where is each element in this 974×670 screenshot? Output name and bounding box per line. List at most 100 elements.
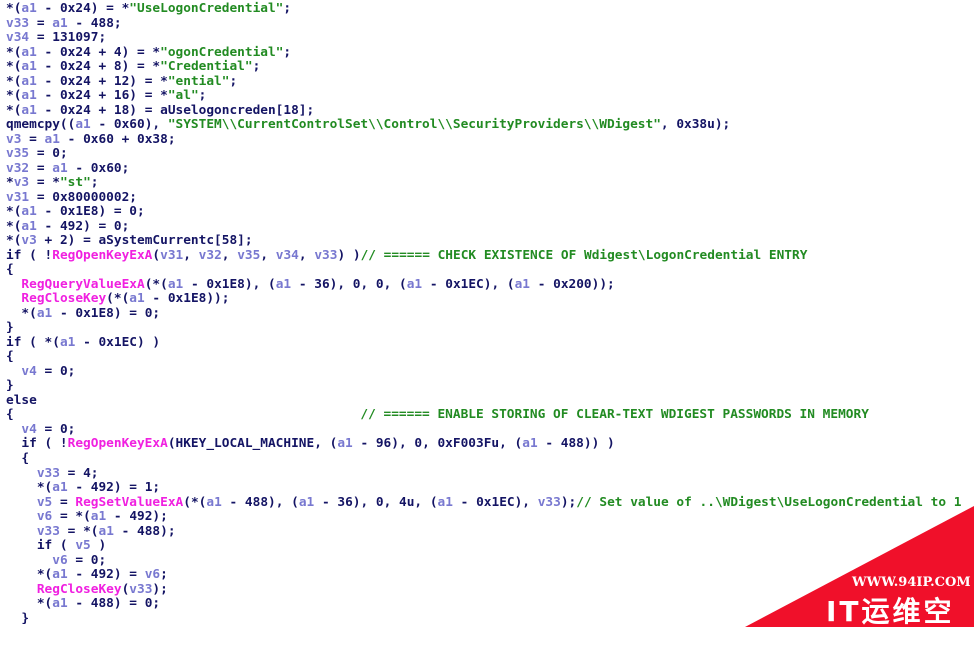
code-line[interactable]: if ( v5 ) [6,538,962,554]
variable-token[interactable]: v6 [37,509,52,524]
code-line[interactable]: *(a1 - 0x24 + 18) = aUselogoncreden[18]; [6,103,962,119]
code-line[interactable]: { [6,350,962,365]
variable-token[interactable]: v33 [314,248,337,263]
variable-token[interactable]: a1 [299,495,314,510]
variable-token[interactable]: v34 [6,30,29,45]
code-line[interactable]: *(v3 + 2) = aSystemCurrentc[58]; [6,233,962,249]
function-call[interactable]: RegQueryValueExA [21,277,144,292]
variable-token[interactable]: a1 [515,277,530,292]
variable-token[interactable]: v35 [6,146,29,161]
pseudocode-view[interactable]: *(a1 - 0x24) = *"UseLogonCredential"; v33… [6,1,962,627]
code-line[interactable]: *(a1 - 0x24 + 4) = *"ogonCredential"; [6,45,962,61]
variable-token[interactable]: a1 [206,495,221,510]
function-call[interactable]: RegOpenKeyExA [68,436,168,452]
code-line[interactable]: { // ====== ENABLE STORING OF CLEAR-TEXT… [6,408,962,423]
function-call[interactable]: RegCloseKey [21,291,106,307]
code-line[interactable]: v3 = a1 - 0x60 + 0x38; [6,132,962,148]
variable-token[interactable]: v5 [75,538,90,553]
variable-token[interactable]: a1 [98,524,113,539]
code-line[interactable]: { [6,451,962,467]
variable-token[interactable]: v32 [199,248,222,263]
variable-token[interactable]: v33 [6,16,29,31]
variable-token[interactable]: a1 [37,306,52,321]
variable-token[interactable]: a1 [438,495,453,510]
code-line[interactable]: } [6,611,962,627]
function-call[interactable]: RegCloseKey [37,582,122,597]
code-line[interactable]: if ( !RegOpenKeyExA(HKEY_LOCAL_MACHINE, … [6,437,962,452]
variable-token[interactable]: a1 [45,132,60,147]
variable-token[interactable]: v33 [129,582,152,597]
variable-token[interactable]: v31 [6,190,29,205]
code-line[interactable]: if ( *(a1 - 0x1EC) ) [6,335,962,351]
variable-token[interactable]: v31 [160,248,183,263]
function-call[interactable]: RegSetValueExA [75,495,183,510]
code-line[interactable]: *v3 = *"st"; [6,175,962,191]
variable-token[interactable]: a1 [522,436,537,452]
variable-token[interactable]: v4 [21,364,36,379]
code-line[interactable]: RegQueryValueExA(*(a1 - 0x1E8), (a1 - 36… [6,277,962,293]
variable-token[interactable]: a1 [21,59,36,74]
code-line[interactable]: *(a1 - 0x1E8) = 0; [6,204,962,220]
code-line[interactable]: v32 = a1 - 0x60; [6,161,962,177]
code-line[interactable]: *(a1 - 492) = 1; [6,480,962,496]
code-line[interactable]: *(a1 - 492) = v6; [6,567,962,583]
variable-token[interactable]: a1 [21,204,36,219]
code-line[interactable]: *(a1 - 488) = 0; [6,596,962,612]
variable-token[interactable]: a1 [60,335,75,350]
code-line[interactable]: RegCloseKey(v33); [6,582,962,598]
variable-token[interactable]: a1 [21,103,36,118]
code-line[interactable]: } [6,379,962,394]
code-line[interactable]: v31 = 0x80000002; [6,190,962,206]
variable-token[interactable]: a1 [52,567,67,582]
variable-token[interactable]: v32 [6,161,29,176]
code-line[interactable]: RegCloseKey(*(a1 - 0x1E8)); [6,292,962,307]
variable-token[interactable]: a1 [21,219,36,234]
variable-token[interactable]: v3 [14,175,29,190]
code-line[interactable]: v33 = *(a1 - 488); [6,524,962,540]
variable-token[interactable]: a1 [52,480,67,495]
variable-token[interactable]: a1 [52,161,67,176]
variable-token[interactable]: v3 [6,132,21,147]
variable-token[interactable]: v33 [37,466,60,481]
code-line[interactable]: *(a1 - 492) = 0; [6,219,962,235]
code-line[interactable]: if ( !RegOpenKeyExA(v31, v32, v35, v34, … [6,248,962,264]
variable-token[interactable]: v34 [276,248,299,263]
variable-token[interactable]: v5 [37,495,52,510]
variable-token[interactable]: v33 [538,495,561,510]
variable-token[interactable]: a1 [75,117,90,132]
code-line[interactable]: v34 = 131097; [6,30,962,46]
variable-token[interactable]: v4 [21,422,36,437]
variable-token[interactable]: a1 [52,16,67,31]
variable-token[interactable]: a1 [407,277,422,292]
code-line[interactable]: v5 = RegSetValueExA(*(a1 - 488), (a1 - 3… [6,495,962,511]
variable-token[interactable]: a1 [21,1,36,16]
variable-token[interactable]: v6 [52,553,67,568]
variable-token[interactable]: a1 [129,291,144,307]
variable-token[interactable]: v6 [145,567,160,582]
variable-token[interactable]: a1 [276,277,291,292]
code-line[interactable]: *(a1 - 0x24 + 16) = *"al"; [6,88,962,104]
code-line[interactable]: *(a1 - 0x24) = *"UseLogonCredential"; [6,1,962,17]
variable-token[interactable]: a1 [168,277,183,292]
code-line[interactable]: v33 = 4; [6,466,962,482]
variable-token[interactable]: v3 [21,233,36,248]
code-line[interactable]: v4 = 0; [6,422,962,438]
variable-token[interactable]: a1 [21,74,36,89]
variable-token[interactable]: v33 [37,524,60,539]
code-line[interactable]: *(a1 - 0x1E8) = 0; [6,306,962,322]
code-line[interactable]: qmemcpy((a1 - 0x60), "SYSTEM\\CurrentCon… [6,117,962,133]
code-line[interactable]: v35 = 0; [6,146,962,162]
variable-token[interactable]: a1 [21,45,36,60]
code-line[interactable]: v6 = *(a1 - 492); [6,509,962,525]
code-line[interactable]: v4 = 0; [6,364,962,380]
code-line[interactable]: v6 = 0; [6,553,962,569]
variable-token[interactable]: a1 [91,509,106,524]
variable-token[interactable]: a1 [52,596,67,611]
code-line[interactable]: *(a1 - 0x24 + 12) = *"ential"; [6,74,962,90]
code-line[interactable]: else [6,393,962,409]
variable-token[interactable]: a1 [337,436,352,452]
code-line[interactable]: } [6,321,962,336]
variable-token[interactable]: a1 [21,88,36,103]
code-line[interactable]: { [6,263,962,278]
variable-token[interactable]: v35 [237,248,260,263]
